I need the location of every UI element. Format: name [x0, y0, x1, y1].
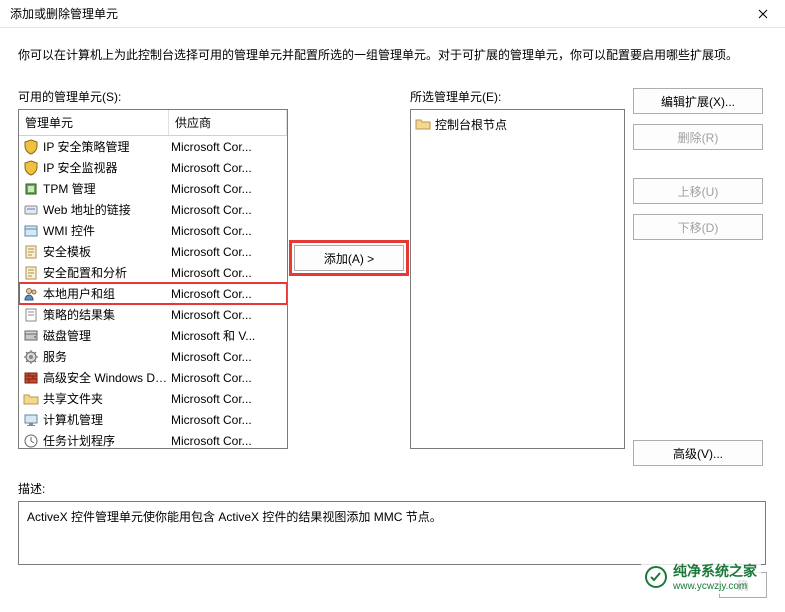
item-name: 策略的结果集 — [43, 306, 171, 323]
policy-icon — [23, 307, 39, 323]
move-down-button: 下移(D) — [633, 214, 763, 240]
close-button[interactable] — [743, 1, 783, 27]
item-vendor: Microsoft Cor... — [171, 434, 283, 448]
item-name: IP 安全策略管理 — [43, 138, 171, 155]
list-item[interactable]: 计算机管理Microsoft Cor... — [19, 409, 287, 430]
template-icon — [23, 244, 39, 260]
item-vendor: Microsoft Cor... — [171, 182, 283, 196]
titlebar: 添加或删除管理单元 — [0, 0, 785, 28]
list-item[interactable]: 安全配置和分析Microsoft Cor... — [19, 262, 287, 283]
watermark-url: www.ycwzjy.com — [673, 581, 757, 592]
item-name: 计算机管理 — [43, 411, 171, 428]
add-button[interactable]: 添加(A) > — [294, 245, 404, 271]
description-label: 描述: — [18, 480, 767, 497]
item-name: TPM 管理 — [43, 180, 171, 197]
watermark: 纯净系统之家 www.ycwzjy.com — [641, 559, 761, 594]
item-name: 本地用户和组 — [43, 285, 171, 302]
description-text: ActiveX 控件管理单元使你能用包含 ActiveX 控件的结果视图添加 M… — [27, 510, 442, 524]
list-item[interactable]: 安全模板Microsoft Cor... — [19, 241, 287, 262]
folder-icon — [415, 116, 431, 132]
list-item[interactable]: Web 地址的链接Microsoft Cor... — [19, 199, 287, 220]
description-box: ActiveX 控件管理单元使你能用包含 ActiveX 控件的结果视图添加 M… — [18, 501, 766, 565]
item-name: 磁盘管理 — [43, 327, 171, 344]
move-up-button: 上移(U) — [633, 178, 763, 204]
shield-key-icon — [23, 160, 39, 176]
computer-icon — [23, 412, 39, 428]
disk-icon — [23, 328, 39, 344]
window-title: 添加或删除管理单元 — [10, 5, 118, 22]
item-vendor: Microsoft Cor... — [171, 224, 283, 238]
shield-key-icon — [23, 139, 39, 155]
item-name: WMI 控件 — [43, 222, 171, 239]
item-vendor: Microsoft Cor... — [171, 350, 283, 364]
wmi-icon — [23, 223, 39, 239]
list-item[interactable]: WMI 控件Microsoft Cor... — [19, 220, 287, 241]
selected-label: 所选管理单元(E): — [410, 88, 625, 105]
watermark-brand: 纯净系统之家 — [673, 563, 757, 579]
gear-icon — [23, 349, 39, 365]
list-item[interactable]: IP 安全策略管理Microsoft Cor... — [19, 136, 287, 157]
item-name: 安全配置和分析 — [43, 264, 171, 281]
close-icon — [758, 9, 768, 19]
task-icon — [23, 433, 39, 449]
item-vendor: Microsoft Cor... — [171, 308, 283, 322]
list-item[interactable]: 服务Microsoft Cor... — [19, 346, 287, 367]
list-item[interactable]: 任务计划程序Microsoft Cor... — [19, 430, 287, 449]
list-item[interactable]: 本地用户和组Microsoft Cor... — [19, 283, 287, 304]
item-vendor: Microsoft Cor... — [171, 392, 283, 406]
remove-button: 删除(R) — [633, 124, 763, 150]
advanced-button[interactable]: 高级(V)... — [633, 440, 763, 466]
listbox-header: 管理单元 供应商 — [19, 110, 287, 136]
folder-icon — [23, 391, 39, 407]
item-vendor: Microsoft Cor... — [171, 266, 283, 280]
item-vendor: Microsoft 和 V... — [171, 327, 283, 344]
item-vendor: Microsoft Cor... — [171, 161, 283, 175]
list-item[interactable]: IP 安全监视器Microsoft Cor... — [19, 157, 287, 178]
template-icon — [23, 265, 39, 281]
intro-text: 你可以在计算机上为此控制台选择可用的管理单元并配置所选的一组管理单元。对于可扩展… — [18, 46, 767, 64]
list-item[interactable]: TPM 管理Microsoft Cor... — [19, 178, 287, 199]
item-name: 任务计划程序 — [43, 432, 171, 449]
item-vendor: Microsoft Cor... — [171, 287, 283, 301]
item-vendor: Microsoft Cor... — [171, 245, 283, 259]
header-vendor[interactable]: 供应商 — [169, 110, 287, 135]
item-vendor: Microsoft Cor... — [171, 371, 283, 385]
item-name: IP 安全监视器 — [43, 159, 171, 176]
item-vendor: Microsoft Cor... — [171, 140, 283, 154]
selected-treebox[interactable]: 控制台根节点 — [410, 109, 625, 449]
edit-extensions-button[interactable]: 编辑扩展(X)... — [633, 88, 763, 114]
item-name: 高级安全 Windows De... — [43, 369, 171, 386]
header-name[interactable]: 管理单元 — [19, 110, 169, 135]
firewall-icon — [23, 370, 39, 386]
link-icon — [23, 202, 39, 218]
users-icon — [23, 286, 39, 302]
item-name: 服务 — [43, 348, 171, 365]
available-listbox[interactable]: 管理单元 供应商 IP 安全策略管理Microsoft Cor...IP 安全监… — [18, 109, 288, 449]
item-vendor: Microsoft Cor... — [171, 413, 283, 427]
item-vendor: Microsoft Cor... — [171, 203, 283, 217]
tree-root-label: 控制台根节点 — [435, 116, 507, 133]
watermark-logo-icon — [645, 566, 667, 588]
item-name: 共享文件夹 — [43, 390, 171, 407]
list-item[interactable]: 策略的结果集Microsoft Cor... — [19, 304, 287, 325]
item-name: Web 地址的链接 — [43, 201, 171, 218]
available-label: 可用的管理单元(S): — [18, 88, 288, 105]
tree-root[interactable]: 控制台根节点 — [415, 114, 620, 134]
list-item[interactable]: 共享文件夹Microsoft Cor... — [19, 388, 287, 409]
item-name: 安全模板 — [43, 243, 171, 260]
list-item[interactable]: 高级安全 Windows De...Microsoft Cor... — [19, 367, 287, 388]
list-item[interactable]: 磁盘管理Microsoft 和 V... — [19, 325, 287, 346]
tpm-icon — [23, 181, 39, 197]
